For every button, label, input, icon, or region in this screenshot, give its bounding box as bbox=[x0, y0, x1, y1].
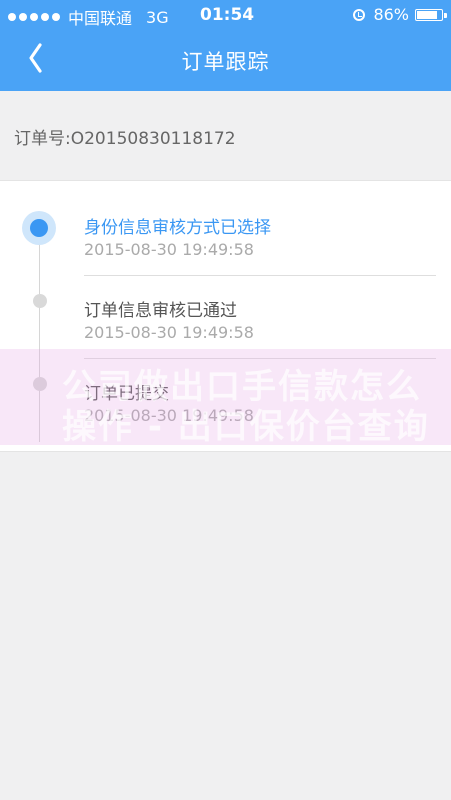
status-right: 86% bbox=[353, 5, 447, 24]
alarm-icon bbox=[353, 8, 366, 21]
timeline-step-title: 订单信息审核已通过 bbox=[84, 301, 237, 321]
status-time: 01:54 bbox=[200, 5, 255, 25]
timeline-divider bbox=[84, 275, 436, 276]
timeline-step-time: 2015-08-30 19:49:58 bbox=[84, 240, 254, 259]
status-left: 中国联通 3G bbox=[8, 5, 169, 29]
order-number-value: O20150830118172 bbox=[70, 129, 236, 149]
watermark-overlay: 公司做出口手信款怎么 操作 - 出口保价台查询 bbox=[0, 349, 451, 447]
status-bar: 中国联通 3G 01:54 86% bbox=[0, 0, 451, 30]
timeline-step-title: 身份信息审核方式已选择 bbox=[84, 218, 271, 238]
carrier-name: 中国联通 bbox=[68, 9, 133, 28]
battery-icon bbox=[415, 8, 447, 21]
network-type: 3G bbox=[146, 7, 169, 27]
battery-percent: 86% bbox=[373, 5, 409, 24]
watermark-line: 操作 - 出口保价台查询 bbox=[62, 407, 430, 447]
order-number-label: 订单号: bbox=[14, 129, 71, 149]
order-number-row: 订单号:O20150830118172 bbox=[14, 124, 236, 149]
timeline-dot-active bbox=[22, 211, 56, 245]
page-title: 订单跟踪 bbox=[181, 50, 270, 74]
nav-bar: 订单跟踪 bbox=[0, 30, 451, 91]
timeline-step-time: 2015-08-30 19:49:58 bbox=[84, 323, 254, 342]
signal-dots-icon bbox=[8, 13, 60, 21]
timeline-dot bbox=[33, 294, 47, 308]
